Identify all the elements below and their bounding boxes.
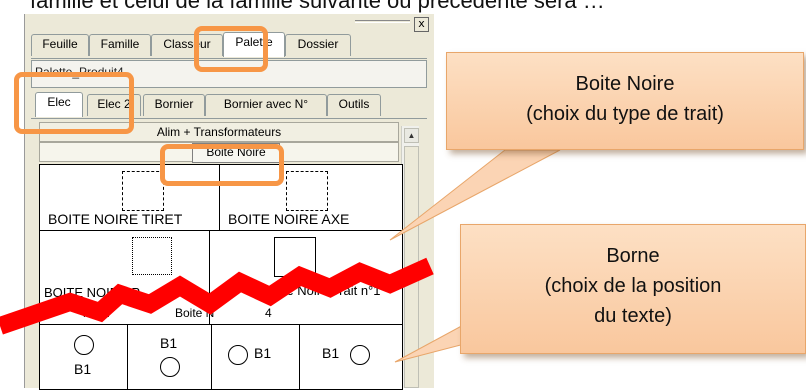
callout-borne: Borne (choix de la position du texte): [460, 224, 806, 354]
callout-text: (choix du type de trait): [526, 103, 724, 125]
callout-title: Boite Noire: [575, 73, 675, 95]
highlight-boite-noire-button: [160, 144, 284, 186]
callout-boite-noire: Boite Noire (choix du type de trait): [446, 52, 804, 150]
highlight-elec-tab: [14, 72, 134, 134]
highlight-palette-tab: [194, 26, 268, 72]
zigzag-cut-line: [0, 257, 434, 335]
callout-title: Borne: [606, 245, 660, 267]
callout-text: (choix de la position: [544, 275, 722, 297]
callout-text: du texte): [594, 305, 672, 327]
